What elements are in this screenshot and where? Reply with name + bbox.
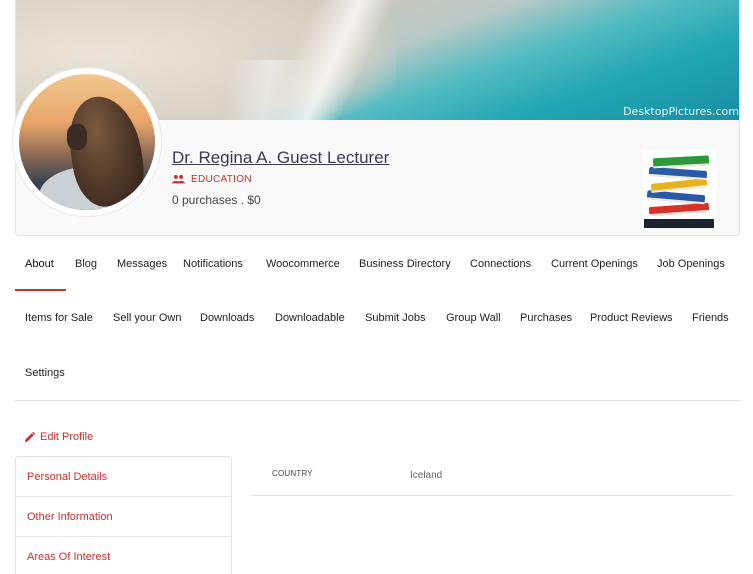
tab-items-for-sale[interactable]: Items for Sale xyxy=(25,312,93,324)
cover-watermark: DesktopPictures.com xyxy=(623,105,739,118)
purchases-summary: 0 purchases . $0 xyxy=(172,193,261,207)
pencil-icon xyxy=(24,431,35,442)
tab-submit-jobs[interactable]: Submit Jobs xyxy=(365,312,426,324)
tab-messages[interactable]: Messages xyxy=(117,258,167,270)
profile-name-link[interactable]: Dr. Regina A. Guest Lecturer xyxy=(172,148,389,168)
category-label: EDUCATION xyxy=(191,174,252,185)
tab-current-openings[interactable]: Current Openings xyxy=(551,258,638,270)
tab-settings[interactable]: Settings xyxy=(25,367,65,379)
tab-purchases[interactable]: Purchases xyxy=(520,312,572,324)
detail-value: Iceland xyxy=(410,470,443,481)
users-icon xyxy=(172,174,185,184)
profile-nav: About Blog Messages Notifications Woocom… xyxy=(15,240,740,401)
tab-sell-your-own[interactable]: Sell your Own xyxy=(113,312,181,324)
side-item-areas-of-interest[interactable]: Areas Of Interest xyxy=(16,537,231,574)
profile-side-menu: Personal Details Other Information Areas… xyxy=(15,456,232,574)
detail-label: COUNTRY xyxy=(272,469,313,478)
active-tab-indicator xyxy=(15,289,66,291)
tab-downloadable[interactable]: Downloadable xyxy=(275,312,345,324)
tab-business-directory[interactable]: Business Directory xyxy=(359,258,451,270)
tab-product-reviews[interactable]: Product Reviews xyxy=(590,312,673,324)
side-item-other-information[interactable]: Other Information xyxy=(16,497,231,537)
edit-profile-label: Edit Profile xyxy=(40,431,94,443)
tab-blog[interactable]: Blog xyxy=(75,258,97,270)
tab-connections[interactable]: Connections xyxy=(470,258,531,270)
tab-about[interactable]: About xyxy=(25,258,54,270)
avatar[interactable] xyxy=(19,74,155,210)
tab-job-openings[interactable]: Job Openings xyxy=(657,258,725,270)
edit-profile-link[interactable]: Edit Profile xyxy=(24,431,93,443)
category-badge[interactable]: EDUCATION xyxy=(172,174,252,185)
tab-downloads[interactable]: Downloads xyxy=(200,312,254,324)
books-logo xyxy=(643,149,716,229)
tab-friends[interactable]: Friends xyxy=(692,312,729,324)
tab-notifications[interactable]: Notifications xyxy=(183,258,243,270)
side-item-personal-details[interactable]: Personal Details xyxy=(16,457,231,497)
tab-group-wall[interactable]: Group Wall xyxy=(446,312,501,324)
detail-row-country: COUNTRY Iceland xyxy=(252,458,732,496)
tab-woocommerce[interactable]: Woocommerce xyxy=(266,258,340,270)
